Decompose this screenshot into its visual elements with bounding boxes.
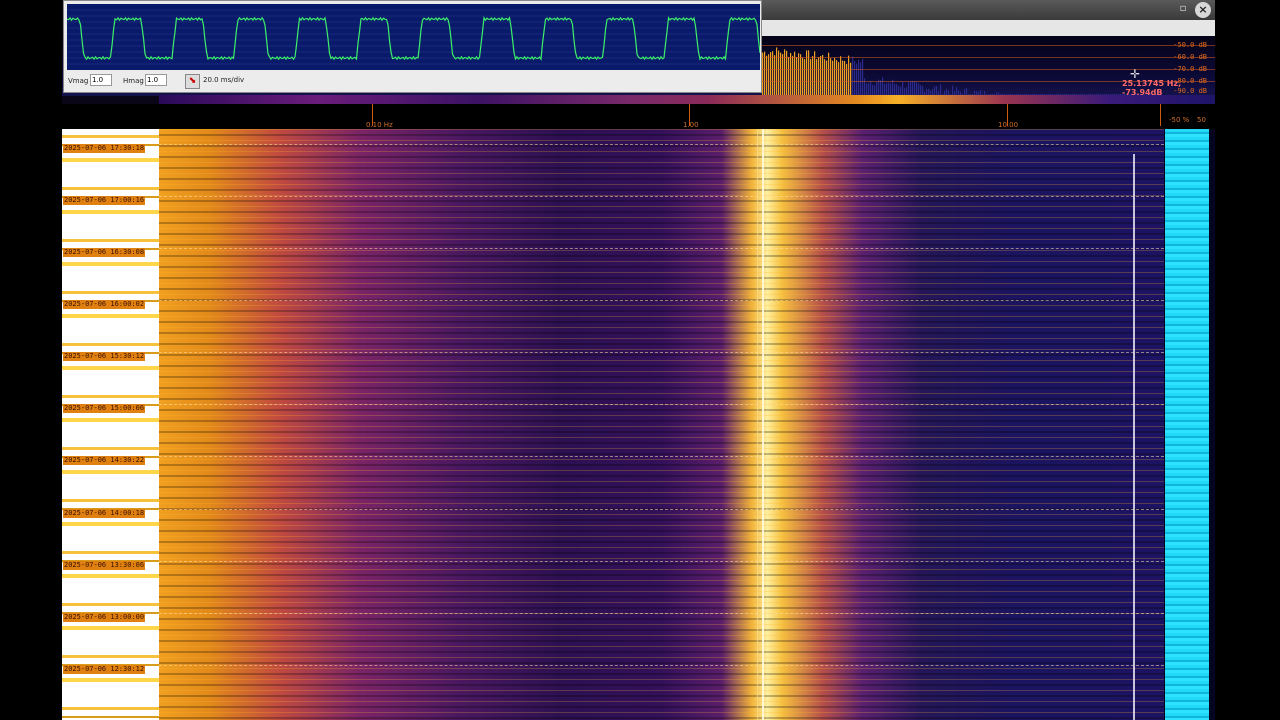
time-gridline: [159, 248, 1164, 249]
time-gridline: [159, 456, 1164, 457]
timestamp-label: 2025-07-06 13:00:00: [63, 613, 146, 622]
histogram-column: [1164, 129, 1215, 720]
menu-bar: [762, 20, 1215, 37]
timestamp-label: 2025-07-06 14:00:18: [63, 509, 146, 518]
scope-controls: Vmag Hmag ⬊ 20.0 ms/div: [64, 71, 761, 92]
db-gridline: [762, 57, 1215, 58]
time-gridline: [159, 665, 1164, 666]
time-gridline: [159, 352, 1164, 353]
timestamp-label: 2025-07-06 17:30:18: [63, 144, 146, 153]
hmag-input[interactable]: [145, 74, 167, 86]
timestamp-label: 2025-07-06 14:30:22: [63, 456, 146, 465]
hmag-label: Hmag: [123, 77, 144, 85]
time-gridline: [159, 613, 1164, 614]
window-title-bar[interactable]: ▫ ×: [762, 0, 1215, 20]
axis-tick-label: 0.10 Hz: [366, 121, 393, 129]
db-label: -50.0 dB: [1173, 41, 1207, 49]
time-gridline: [159, 561, 1164, 562]
time-gridline: [159, 509, 1164, 510]
vmag-label: Vmag: [68, 77, 89, 85]
waterfall-display[interactable]: 2025-07-06 17:30:18 2025-07-06 17:00:16 …: [62, 129, 1215, 720]
minimize-icon[interactable]: ▫: [1177, 3, 1189, 15]
histogram-scale-max: 50: [1197, 116, 1206, 124]
scope-plot: [67, 4, 760, 70]
signal-trace: [1133, 154, 1135, 720]
signal-trace: [762, 129, 764, 720]
timestamp-label: 2025-07-06 13:30:06: [63, 561, 146, 570]
time-gridline: [159, 144, 1164, 145]
timestamp-label: 2025-07-06 17:00:16: [63, 196, 146, 205]
axis-tick-label: 1.00: [683, 121, 699, 129]
db-gridline: [762, 45, 1215, 46]
signal-trace: [757, 129, 758, 720]
timebase-label: 20.0 ms/div: [203, 76, 245, 84]
axis-tick-label: 10.00: [998, 121, 1019, 129]
db-label: -60.0 dB: [1173, 53, 1207, 61]
axis-tick: [1160, 104, 1161, 126]
probe-icon[interactable]: ⬊: [185, 74, 200, 89]
timestamp-label: 2025-07-06 16:30:08: [63, 248, 146, 257]
db-label: -70.0 dB: [1173, 65, 1207, 73]
frequency-axis: 0.10 Hz 1.00 10.00 -50 % 50: [62, 104, 1215, 129]
waterfall-plot[interactable]: [159, 129, 1164, 720]
time-column: [62, 129, 159, 720]
db-gridline: [762, 69, 1215, 70]
time-gridline: [159, 404, 1164, 405]
timestamp-label: 2025-07-06 15:30:12: [63, 352, 146, 361]
oscilloscope-window[interactable]: Vmag Hmag ⬊ 20.0 ms/div: [63, 0, 762, 93]
histogram-bar: [1165, 129, 1209, 720]
histogram-scale-label: -50 %: [1169, 116, 1190, 124]
time-gridline: [159, 300, 1164, 301]
color-scale-strip: [159, 95, 1215, 104]
spectrogram-app: ▫ × -50.0 dB -60.0 dB -70.0 dB -80.0 dB …: [62, 0, 1215, 720]
vmag-input[interactable]: [90, 74, 112, 86]
timestamp-label: 2025-07-06 12:30:12: [63, 665, 146, 674]
scope-trace: [67, 9, 760, 65]
timestamp-label: 2025-07-06 16:00:02: [63, 300, 146, 309]
time-gridline: [159, 196, 1164, 197]
timestamp-label: 2025-07-06 15:00:06: [63, 404, 146, 413]
close-icon[interactable]: ×: [1195, 2, 1211, 18]
